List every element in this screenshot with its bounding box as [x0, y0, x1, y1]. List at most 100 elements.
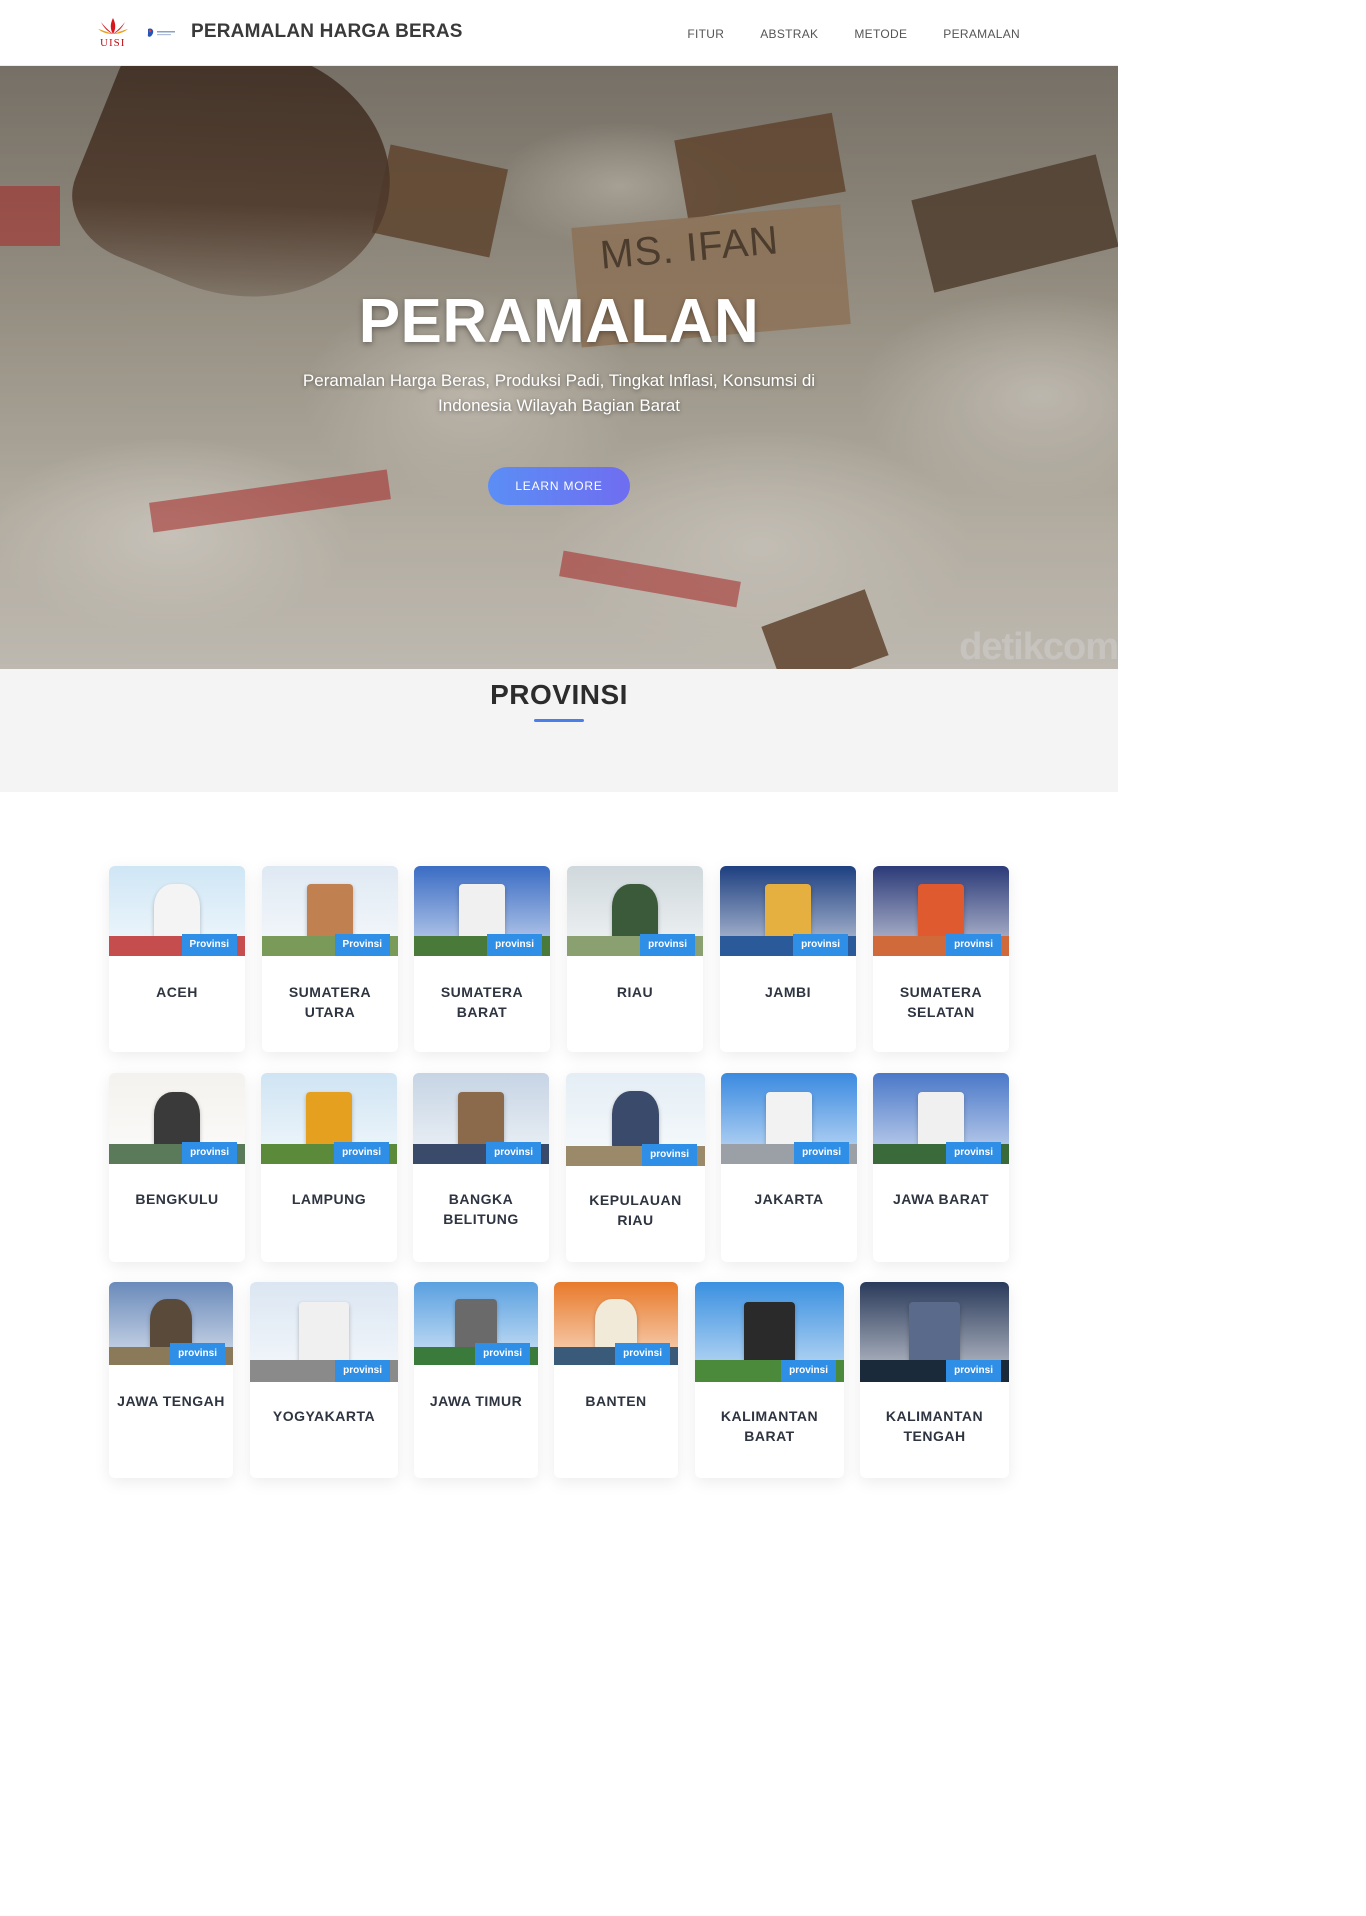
- section-title: PROVINSI: [490, 679, 628, 710]
- province-badge: provinsi: [946, 1142, 1001, 1164]
- province-image: provinsi: [566, 1073, 705, 1166]
- province-badge: provinsi: [946, 1360, 1001, 1382]
- landmark-icon: [307, 884, 353, 940]
- province-name: JAWA TENGAH: [117, 1393, 225, 1409]
- province-badge: provinsi: [640, 934, 695, 956]
- province-image: provinsi: [414, 1282, 538, 1365]
- landmark-icon: [612, 1091, 659, 1149]
- province-badge: Provinsi: [181, 934, 237, 956]
- province-name: KEPULAUAN RIAU: [589, 1192, 682, 1228]
- province-name: JAKARTA: [754, 1191, 824, 1207]
- province-card[interactable]: provinsi KEPULAUAN RIAU: [566, 1073, 705, 1262]
- landmark-icon: [918, 1092, 964, 1148]
- province-name: KALIMANTAN TENGAH: [885, 1408, 984, 1444]
- province-image: provinsi: [721, 1073, 857, 1164]
- partner-logo[interactable]: [146, 26, 178, 40]
- hero-title: PERAMALAN: [358, 287, 760, 356]
- nav-menu: FITUR ABSTRAK METODE PERAMALAN: [687, 27, 1020, 41]
- province-badge: provinsi: [615, 1343, 670, 1365]
- province-badge: provinsi: [475, 1343, 530, 1365]
- province-card[interactable]: provinsi KALIMANTAN TENGAH: [860, 1282, 1009, 1478]
- nav-link-peramalan[interactable]: PERAMALAN: [943, 27, 1020, 41]
- nav-link-fitur[interactable]: FITUR: [687, 27, 724, 41]
- title-underline: [534, 719, 584, 722]
- province-image: provinsi: [109, 1282, 233, 1365]
- province-badge: provinsi: [487, 934, 542, 956]
- province-image: provinsi: [261, 1073, 397, 1164]
- province-name: YOGYAKARTA: [272, 1408, 376, 1424]
- nav-link-abstrak[interactable]: ABSTRAK: [760, 27, 818, 41]
- province-card[interactable]: provinsi LAMPUNG: [261, 1073, 397, 1262]
- uisi-logo-text: UISI: [100, 37, 126, 49]
- province-card[interactable]: provinsi JAWA BARAT: [873, 1073, 1009, 1262]
- landmark-icon: [306, 1092, 352, 1148]
- landmark-icon: [766, 1092, 812, 1148]
- province-name: BANGKA BELITUNG: [443, 1191, 519, 1227]
- province-image: provinsi: [860, 1282, 1009, 1382]
- landmark-icon: [458, 1092, 504, 1148]
- province-name: SUMATERA BARAT: [440, 984, 524, 1020]
- hero-section: MS. IFAN detikcom PERAMALAN Peramalan Ha…: [0, 66, 1118, 669]
- province-badge: provinsi: [182, 1142, 237, 1164]
- province-card[interactable]: provinsi KALIMANTAN BARAT: [695, 1282, 844, 1478]
- province-badge: provinsi: [946, 934, 1001, 956]
- provinsi-section-header: PROVINSI: [0, 669, 1118, 792]
- province-image: Provinsi: [109, 866, 245, 956]
- province-image: provinsi: [567, 866, 703, 956]
- province-name: KALIMANTAN BARAT: [720, 1408, 819, 1444]
- province-name: SUMATERA UTARA: [288, 984, 372, 1020]
- province-badge: provinsi: [486, 1142, 541, 1164]
- province-image: provinsi: [250, 1282, 398, 1382]
- hero-subtitle: Peramalan Harga Beras, Produksi Padi, Ti…: [302, 371, 816, 415]
- province-card[interactable]: provinsi BANGKA BELITUNG: [413, 1073, 549, 1262]
- province-card[interactable]: Provinsi ACEH: [109, 866, 245, 1052]
- province-image: provinsi: [414, 866, 550, 956]
- province-image: provinsi: [695, 1282, 844, 1382]
- province-name: JAWA TIMUR: [429, 1393, 523, 1409]
- province-card[interactable]: provinsi SUMATERA BARAT: [414, 866, 550, 1052]
- province-card[interactable]: Provinsi SUMATERA UTARA: [262, 866, 398, 1052]
- province-badge: provinsi: [642, 1144, 697, 1166]
- province-card[interactable]: provinsi BANTEN: [554, 1282, 678, 1478]
- province-badge: provinsi: [781, 1360, 836, 1382]
- province-badge: provinsi: [794, 1142, 849, 1164]
- province-image: provinsi: [109, 1073, 245, 1164]
- landmark-icon: [154, 1092, 200, 1148]
- province-card[interactable]: provinsi JAWA TIMUR: [414, 1282, 538, 1478]
- province-image: provinsi: [720, 866, 856, 956]
- province-name: ACEH: [156, 984, 198, 1000]
- landmark-icon: [744, 1302, 795, 1364]
- province-card[interactable]: provinsi JAKARTA: [721, 1073, 857, 1262]
- province-card[interactable]: provinsi JAMBI: [720, 866, 856, 1052]
- province-card[interactable]: provinsi JAWA TENGAH: [109, 1282, 233, 1478]
- province-name: LAMPUNG: [291, 1191, 367, 1207]
- province-name: SUMATERA SELATAN: [899, 984, 983, 1020]
- province-name: JAMBI: [764, 984, 812, 1000]
- nav-link-metode[interactable]: METODE: [854, 27, 907, 41]
- province-card[interactable]: provinsi SUMATERA SELATAN: [873, 866, 1009, 1052]
- province-badge: provinsi: [334, 1142, 389, 1164]
- province-card[interactable]: provinsi BENGKULU: [109, 1073, 245, 1262]
- province-image: provinsi: [413, 1073, 549, 1164]
- province-name: RIAU: [616, 984, 654, 1000]
- province-image: provinsi: [554, 1282, 678, 1365]
- province-card[interactable]: provinsi RIAU: [567, 866, 703, 1052]
- learn-more-button[interactable]: LEARN MORE: [488, 467, 630, 505]
- brand-title[interactable]: PERAMALAN HARGA BERAS: [191, 21, 463, 43]
- province-badge: provinsi: [335, 1360, 390, 1382]
- landmark-icon: [459, 884, 505, 940]
- province-name: BENGKULU: [135, 1191, 219, 1207]
- landmark-icon: [612, 884, 658, 940]
- navbar: UISI PERAMALAN HARGA BERAS FITUR ABSTRAK…: [0, 0, 1118, 66]
- province-badge: Provinsi: [334, 934, 390, 956]
- landmark-icon: [299, 1302, 349, 1364]
- province-image: provinsi: [873, 866, 1009, 956]
- uisi-logo[interactable]: UISI: [94, 16, 132, 50]
- province-badge: provinsi: [793, 934, 848, 956]
- landmark-icon: [765, 884, 811, 940]
- province-card[interactable]: provinsi YOGYAKARTA: [250, 1282, 398, 1478]
- province-badge: provinsi: [170, 1343, 225, 1365]
- landmark-icon: [909, 1302, 960, 1364]
- province-name: JAWA BARAT: [893, 1191, 989, 1207]
- province-image: Provinsi: [262, 866, 398, 956]
